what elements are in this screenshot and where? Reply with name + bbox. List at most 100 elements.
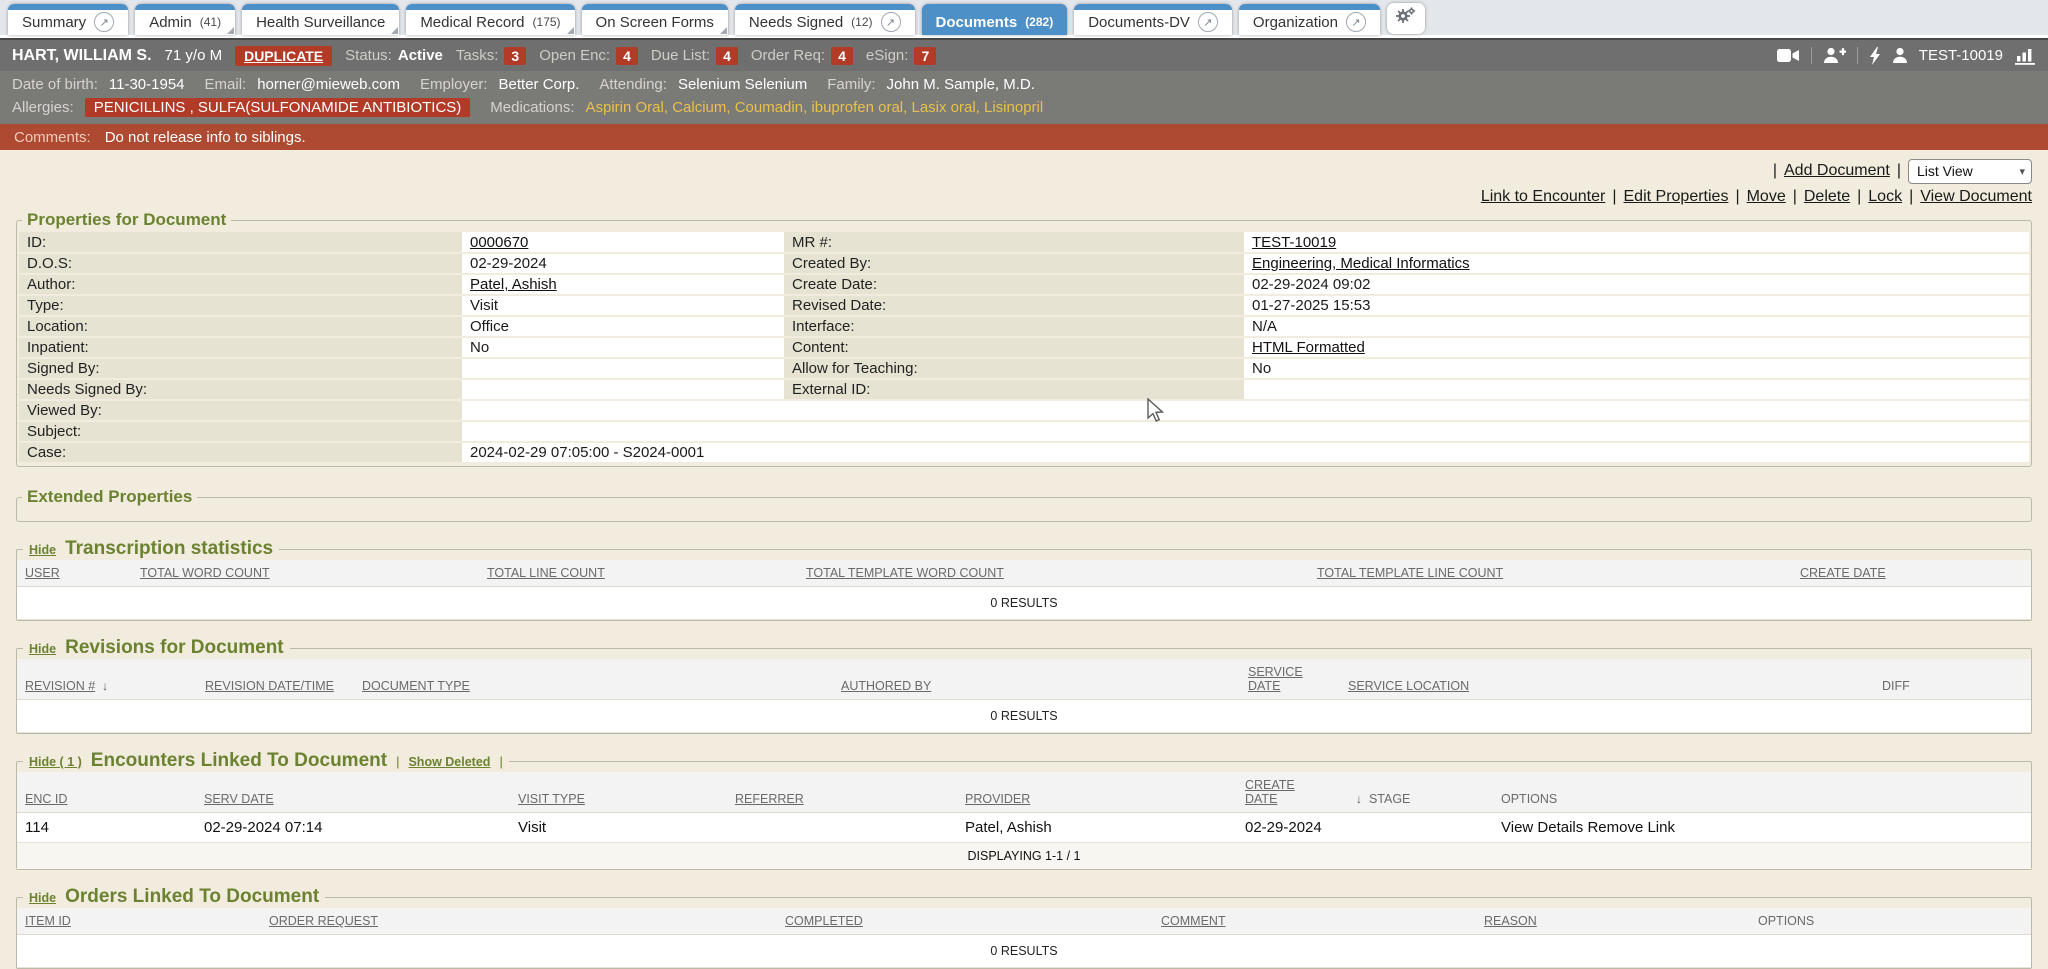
encounters-linked-section: Hide ( 1 ) Encounters Linked To Document… <box>16 750 2032 870</box>
attending-field: Attending: Selenium Selenium <box>599 76 807 93</box>
created-by-link[interactable]: Engineering, Medical Informatics <box>1252 255 1470 272</box>
col-item-id[interactable]: ITEM ID <box>17 908 261 935</box>
property-row-signed-by: Signed By: Allow for Teaching: No <box>19 358 2029 379</box>
section-title-properties: Properties for Document <box>22 210 231 230</box>
col-user[interactable]: USER <box>17 560 132 587</box>
tab-label: Medical Record <box>420 14 524 31</box>
medications-list: Aspirin Oral, Calcium, Coumadin, ibuprof… <box>586 99 1044 116</box>
tab-health-surveillance[interactable]: Health Surveillance <box>242 4 399 35</box>
video-camera-icon[interactable] <box>1777 48 1800 63</box>
col-referrer[interactable]: REFERRER <box>727 772 957 813</box>
move-link[interactable]: Move <box>1747 188 1786 206</box>
tab-label: On Screen Forms <box>596 14 714 31</box>
user-id[interactable]: TEST-10019 <box>1919 47 2003 64</box>
author-link[interactable]: Patel, Ashish <box>470 276 557 293</box>
document-toolbar-actions: Link to Encounter | Edit Properties | Mo… <box>16 186 2032 208</box>
tab-documents-dv[interactable]: Documents-DV ↗ <box>1074 4 1232 35</box>
col-options[interactable]: OPTIONS <box>1493 772 2031 813</box>
encounter-create-date: 02-29-2024 <box>1237 813 1341 843</box>
tab-count: (282) <box>1025 15 1053 29</box>
dob-field: Date of birth: 11-30-1954 <box>12 76 185 93</box>
col-provider[interactable]: PROVIDER <box>957 772 1237 813</box>
document-id-link[interactable]: 0000670 <box>470 234 528 251</box>
col-authored-by[interactable]: AUTHORED BY <box>833 659 1240 700</box>
demographics-row-1: Date of birth: 11-30-1954 Email: horner@… <box>12 73 2036 96</box>
hide-encounters-link[interactable]: Hide ( 1 ) <box>29 755 82 769</box>
tab-needs-signed[interactable]: Needs Signed (12) ↗ <box>735 4 915 35</box>
empty-results-row: 0 RESULTS <box>17 700 2031 733</box>
lightning-icon[interactable] <box>1869 47 1881 65</box>
popout-icon[interactable]: ↗ <box>881 12 901 32</box>
col-comment[interactable]: COMMENT <box>1153 908 1476 935</box>
edit-properties-link[interactable]: Edit Properties <box>1624 188 1729 206</box>
open-enc-count-badge[interactable]: 4 <box>616 47 638 65</box>
comments-bar: Comments: Do not release info to sibling… <box>0 124 2048 150</box>
content-format-link[interactable]: HTML Formatted <box>1252 339 1365 356</box>
col-revision-datetime[interactable]: REVISION DATE/TIME <box>197 659 354 700</box>
mr-number-link[interactable]: TEST-10019 <box>1252 234 1336 251</box>
delete-link[interactable]: Delete <box>1804 188 1850 206</box>
add-document-link[interactable]: Add Document <box>1784 162 1890 180</box>
show-deleted-link[interactable]: Show Deleted <box>408 755 490 769</box>
tab-on-screen-forms[interactable]: On Screen Forms <box>582 4 728 35</box>
sort-icon: ↓ <box>102 679 108 693</box>
tab-documents[interactable]: Documents (282) <box>922 4 1068 35</box>
gear-icon <box>1395 6 1417 31</box>
remove-link-link[interactable]: Remove Link <box>1587 819 1675 836</box>
popout-icon[interactable]: ↗ <box>1346 12 1366 32</box>
popout-icon[interactable]: ↗ <box>94 12 114 32</box>
view-document-link[interactable]: View Document <box>1920 188 2032 206</box>
due-list-count-badge[interactable]: 4 <box>716 47 738 65</box>
col-order-request[interactable]: ORDER REQUEST <box>261 908 777 935</box>
col-service-location[interactable]: SERVICE LOCATION <box>1340 659 1874 700</box>
sort-icon: ↓ <box>1356 792 1362 806</box>
col-total-word-count[interactable]: TOTAL WORD COUNT <box>132 560 479 587</box>
link-to-encounter-link[interactable]: Link to Encounter <box>1481 188 1606 206</box>
hide-orders-link[interactable]: Hide <box>29 891 56 905</box>
comments-label: Comments: <box>14 129 91 146</box>
tab-label: Needs Signed <box>749 14 843 31</box>
col-total-template-word-count[interactable]: TOTAL TEMPLATE WORD COUNT <box>798 560 1309 587</box>
property-row-dos: D.O.S: 02-29-2024 Created By: Engineerin… <box>19 253 2029 274</box>
lock-link[interactable]: Lock <box>1868 188 1902 206</box>
col-completed[interactable]: COMPLETED <box>777 908 1153 935</box>
col-enc-id[interactable]: ENC ID <box>17 772 196 813</box>
col-create-date[interactable]: CREATE DATE <box>1792 560 2031 587</box>
esign-count-badge[interactable]: 7 <box>914 47 936 65</box>
view-mode-select-wrap: List View ▾ <box>1908 159 2032 184</box>
tab-admin[interactable]: Admin (41) <box>135 4 235 35</box>
add-person-icon[interactable] <box>1823 47 1846 64</box>
col-total-template-line-count[interactable]: TOTAL TEMPLATE LINE COUNT <box>1309 560 1792 587</box>
col-reason[interactable]: REASON <box>1476 908 1750 935</box>
tab-summary[interactable]: Summary ↗ <box>8 4 128 35</box>
col-options[interactable]: OPTIONS <box>1750 908 2031 935</box>
order-req-count-badge[interactable]: 4 <box>831 47 853 65</box>
hide-transcription-link[interactable]: Hide <box>29 543 56 557</box>
col-create-date[interactable]: CREATE DATE <box>1237 772 1341 813</box>
bar-chart-icon[interactable] <box>2014 47 2036 65</box>
menu-fold-icon <box>567 27 574 34</box>
section-title-orders: Orders Linked To Document <box>65 886 319 908</box>
encounter-stage <box>1341 813 1493 843</box>
tab-medical-record[interactable]: Medical Record (175) <box>406 4 574 35</box>
view-mode-select[interactable]: List View <box>1909 163 2031 179</box>
col-stage[interactable]: ↓ STAGE <box>1341 772 1493 813</box>
hide-revisions-link[interactable]: Hide <box>29 642 56 656</box>
tab-organization[interactable]: Organization ↗ <box>1239 4 1380 35</box>
popout-icon[interactable]: ↗ <box>1198 12 1218 32</box>
col-visit-type[interactable]: VISIT TYPE <box>510 772 727 813</box>
tab-settings-button[interactable] <box>1387 3 1425 34</box>
col-document-type[interactable]: DOCUMENT TYPE <box>354 659 833 700</box>
view-details-link[interactable]: View Details <box>1501 819 1583 836</box>
property-row-case: Case: 2024-02-29 07:05:00 - S2024-0001 <box>19 442 2029 463</box>
duplicate-flag[interactable]: DUPLICATE <box>235 46 332 66</box>
col-service-date[interactable]: SERVICE DATE <box>1240 659 1340 700</box>
patient-age-sex: 71 y/o M <box>165 47 223 64</box>
section-title-transcription: Transcription statistics <box>65 538 273 560</box>
col-revision-number[interactable]: REVISION #↓ <box>17 659 197 700</box>
person-icon[interactable] <box>1892 47 1908 64</box>
col-serv-date[interactable]: SERV DATE <box>196 772 510 813</box>
col-total-line-count[interactable]: TOTAL LINE COUNT <box>479 560 798 587</box>
tasks-count-badge[interactable]: 3 <box>504 47 526 65</box>
col-diff[interactable]: DIFF <box>1874 659 2031 700</box>
